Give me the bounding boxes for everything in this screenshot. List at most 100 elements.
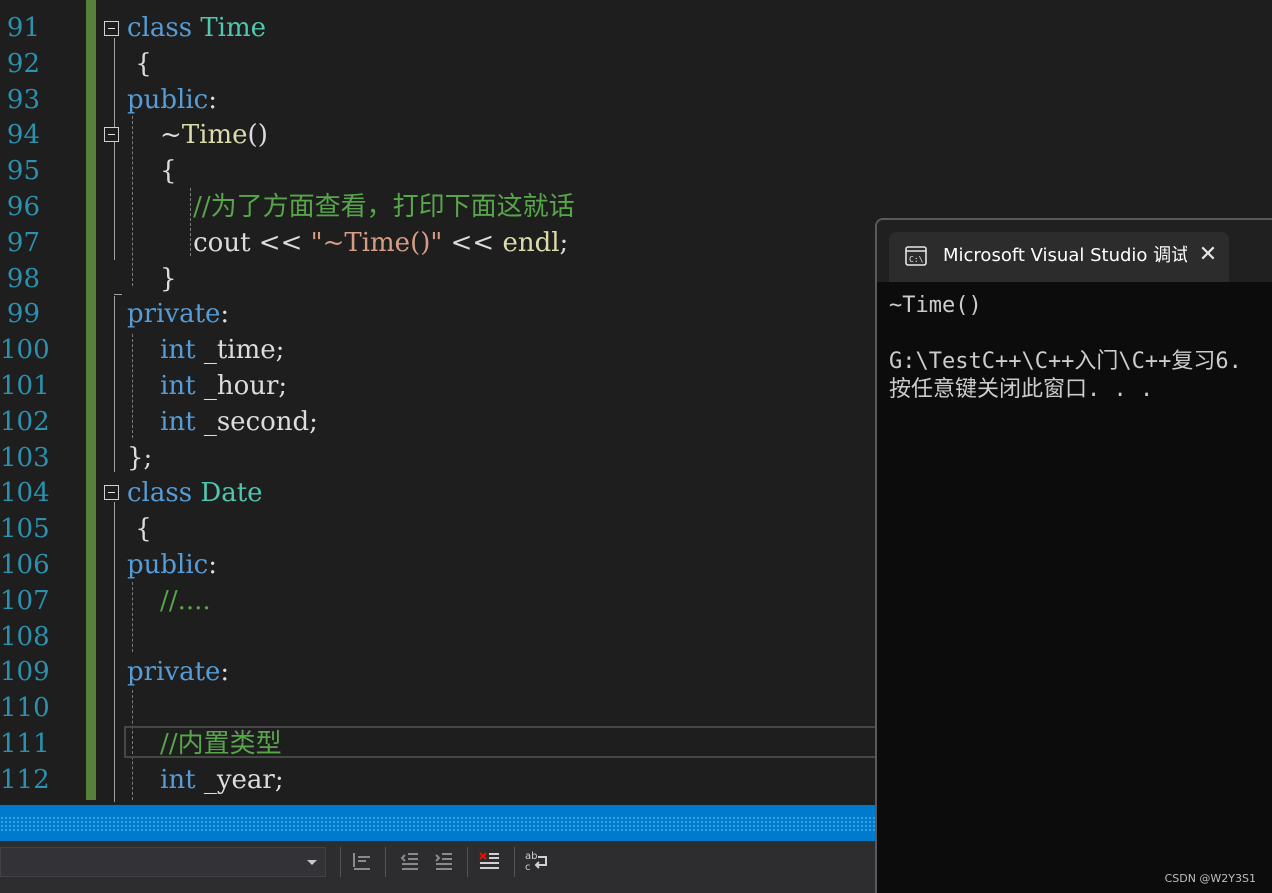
code-token: int [160,335,196,366]
chevron-down-icon[interactable] [307,860,317,865]
svg-text:C:\: C:\ [909,255,924,264]
collapse-toggle-icon[interactable] [104,21,119,36]
code-text[interactable]: int _year; [127,762,284,798]
code-text[interactable]: ~Time() [127,117,268,153]
svg-text:c: c [525,862,531,873]
line-number: 108 [0,621,50,652]
code-token: //内置类型 [127,729,282,759]
change-tracking-bar [86,0,96,800]
line-number: 96 [6,192,40,222]
code-token: ~ [127,120,182,151]
code-token: private [127,299,221,330]
code-token: int [160,406,196,437]
toolbar-divider [340,847,341,877]
status-bar-pattern [0,816,880,832]
console-tab-title: Microsoft Visual Studio 调试控制台 [943,245,1187,266]
code-text[interactable]: private: [127,296,229,332]
code-token: int [160,371,196,401]
line-number: 102 [0,406,50,437]
line-number: 93 [6,84,40,115]
line-number: 98 [6,263,40,294]
code-token: : [208,84,217,115]
line-number: 97 [6,227,40,258]
console-title-bar[interactable]: C:\ Microsoft Visual Studio 调试控制台 ✕ [877,220,1272,282]
toolbar-divider [467,847,468,877]
code-text[interactable]: cout << "~Time()" << endl; [127,225,568,261]
code-text[interactable]: }; [127,440,152,476]
line-number: 101 [0,371,50,401]
code-token: { [127,48,152,79]
debug-console-window[interactable]: C:\ Microsoft Visual Studio 调试控制台 ✕ ~Tim… [875,218,1272,893]
console-output-line: G:\TestC++\C++入门\C++复习6. [889,349,1242,374]
line-number: 107 [0,585,50,616]
toolbar-divider [514,847,515,877]
console-output: ~Time() G:\TestC++\C++入门\C++复习6. 按任意键关闭此窗口… [889,292,1269,404]
code-token: { [127,156,177,187]
line-number: 109 [0,657,50,688]
code-text[interactable]: { [127,46,152,82]
toolbar-divider [385,847,386,877]
code-token: "~Time()" [310,227,443,258]
line-number: 103 [0,442,50,473]
code-text[interactable]: class Date [127,475,263,511]
code-token: endl [502,227,560,258]
word-wrap-icon[interactable]: ab c [524,849,550,875]
fold-region-line [114,502,115,802]
code-token: cout << [127,227,311,258]
line-number: 99 [6,299,40,330]
code-text[interactable]: int _hour; [127,368,287,404]
fold-region-line [114,296,115,472]
collapse-toggle-icon[interactable] [104,485,119,500]
line-number: 105 [0,514,50,545]
code-token: Time [200,13,267,43]
code-text[interactable]: public: [127,547,217,583]
code-token: : [220,657,230,688]
fold-region-line [114,38,115,260]
code-text[interactable]: //内置类型 [127,726,282,762]
code-text[interactable]: //为了方面查看，打印下面这就话 [127,189,575,225]
code-text[interactable]: private: [127,654,229,690]
watermark: CSDN @W2Y3S1 [1164,872,1256,885]
code-text[interactable]: int _time; [127,332,284,368]
code-text[interactable]: { [127,511,152,547]
line-number: 91 [6,13,40,43]
code-token: class [127,478,193,509]
code-token: //为了方面查看，打印下面这就话 [127,192,575,222]
code-token: _second; [195,406,318,437]
line-number: 100 [0,335,50,366]
code-token: } [127,263,177,294]
line-number: 112 [0,764,50,795]
console-output-line: 按任意键关闭此窗口. . . [889,377,1154,402]
collapse-toggle-icon[interactable] [104,127,119,142]
close-icon[interactable]: ✕ [1195,242,1221,268]
decrease-indent-icon[interactable] [398,849,424,875]
code-token: { [127,514,152,545]
code-text[interactable]: int _second; [127,404,318,440]
navigation-dropdown[interactable] [0,847,326,877]
code-token: //.... [127,585,211,616]
code-text[interactable]: //.... [127,583,211,619]
code-token: : [208,550,217,580]
bottom-toolbar: ab c [0,841,880,893]
code-token: () [247,120,268,151]
line-number: 104 [0,478,50,509]
console-tab[interactable]: C:\ Microsoft Visual Studio 调试控制台 ✕ [889,232,1229,282]
code-text[interactable]: { [127,153,177,189]
code-token: _time; [195,335,285,366]
status-bar [0,805,880,841]
code-token: _hour; [195,371,288,401]
code-text[interactable]: public: [127,82,217,118]
code-text[interactable]: class Time [127,10,266,46]
code-text[interactable]: } [127,261,177,297]
line-number: 95 [6,156,40,187]
increase-indent-icon[interactable] [432,849,458,875]
line-number: 92 [6,48,40,79]
outdent-icon[interactable] [350,849,376,875]
code-token: }; [127,442,153,473]
comment-out-icon[interactable] [478,849,504,875]
code-token: ; [559,227,569,258]
